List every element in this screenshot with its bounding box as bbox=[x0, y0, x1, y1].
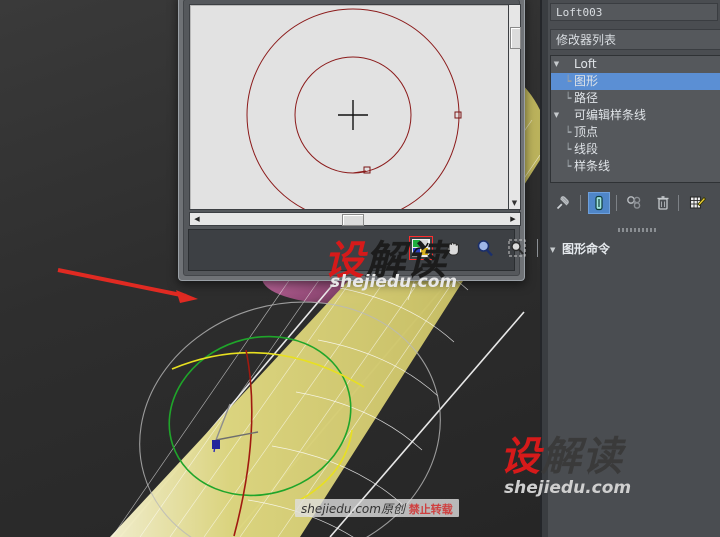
stack-branch-icon: ┕ bbox=[564, 75, 572, 88]
pick-shape-icon[interactable] bbox=[409, 236, 433, 260]
pin-stack-icon[interactable] bbox=[552, 192, 574, 214]
hscrollbar-thumb[interactable] bbox=[342, 214, 364, 226]
stack-item-label: 顶点 bbox=[574, 125, 599, 139]
chevron-down-icon[interactable]: ▼ bbox=[551, 107, 562, 124]
vscrollbar-down-arrow[interactable]: ▼ bbox=[510, 199, 519, 208]
modifier-stack[interactable]: ▼ Loft ┕ 图形 ┕ 路径 ▼ 可编辑样条线 ┕ 顶点 ┕ 线段 ┕ 样条线 bbox=[550, 55, 720, 183]
hscrollbar-left-arrow[interactable]: ◀ bbox=[192, 214, 202, 224]
command-panel: Loft003 修改器列表 ▼ Loft ┕ 图形 ┕ 路径 ▼ 可编辑样条线 ┕ 顶点 … bbox=[540, 0, 720, 537]
stack-item-label: 路径 bbox=[574, 91, 599, 105]
outer-first-vertex-marker bbox=[454, 111, 462, 119]
compare-canvas-area[interactable] bbox=[189, 4, 509, 210]
footer-notice: 禁止转载 bbox=[408, 503, 453, 516]
stack-item-label: Loft bbox=[574, 57, 597, 71]
stack-item-vertex[interactable]: ┕ 顶点 bbox=[551, 124, 720, 141]
remove-modifier-icon[interactable] bbox=[652, 192, 674, 214]
chevron-down-icon[interactable]: ▼ bbox=[550, 246, 562, 254]
annotation-arrow-red bbox=[57, 268, 198, 303]
footer-domain: shejiedu.com原创 bbox=[301, 502, 405, 516]
hscrollbar-right-arrow[interactable]: ▶ bbox=[508, 214, 518, 224]
stack-item-shape[interactable]: ┕ 图形 bbox=[551, 73, 720, 90]
stack-item-segment[interactable]: ┕ 线段 bbox=[551, 141, 720, 158]
chevron-down-icon[interactable]: ▼ bbox=[551, 56, 562, 73]
compare-dialog-toolbar bbox=[188, 229, 538, 271]
rollout-grip[interactable] bbox=[618, 228, 658, 232]
icon-separator bbox=[678, 195, 679, 211]
stack-item-spline[interactable]: ┕ 样条线 bbox=[551, 158, 720, 175]
shape-commands-rollout-header[interactable]: ▼ 图形命令 bbox=[550, 240, 720, 256]
rollout-title: 图形命令 bbox=[562, 242, 611, 256]
stack-branch-icon: ┕ bbox=[564, 126, 572, 139]
toolbar-separator bbox=[537, 239, 538, 257]
zoom-extents-icon[interactable] bbox=[505, 236, 529, 260]
icon-separator bbox=[580, 195, 581, 211]
modifier-list-dropdown[interactable]: 修改器列表 bbox=[550, 29, 720, 50]
origin-crosshair bbox=[338, 100, 368, 130]
stack-item-path[interactable]: ┕ 路径 bbox=[551, 90, 720, 107]
compare-vertical-scrollbar[interactable]: ▼ bbox=[508, 4, 521, 210]
stack-item-label: 线段 bbox=[574, 142, 599, 156]
compare-dialog[interactable]: ▼ ◀ ▶ bbox=[178, 0, 538, 281]
make-unique-icon[interactable] bbox=[624, 192, 646, 214]
footer-watermark: shejiedu.com原创 禁止转载 bbox=[295, 499, 459, 517]
icon-separator bbox=[616, 195, 617, 211]
command-panel-strip bbox=[542, 0, 548, 537]
stack-item-label: 图形 bbox=[574, 74, 599, 88]
stack-branch-icon: ┕ bbox=[564, 160, 572, 173]
show-end-result-icon[interactable] bbox=[588, 192, 610, 214]
modifier-stack-toolbar bbox=[550, 190, 720, 216]
vscrollbar-thumb[interactable] bbox=[510, 27, 521, 49]
compare-horizontal-scrollbar[interactable]: ◀ ▶ bbox=[189, 212, 521, 226]
stack-item-label: 样条线 bbox=[574, 159, 611, 173]
stack-item-editable-spline[interactable]: ▼ 可编辑样条线 bbox=[551, 107, 720, 124]
stack-branch-icon: ┕ bbox=[564, 143, 572, 156]
configure-modifier-sets-icon[interactable] bbox=[686, 192, 708, 214]
stack-branch-icon: ┕ bbox=[564, 92, 572, 105]
object-name-field[interactable]: Loft003 bbox=[550, 3, 718, 21]
stack-item-label: 可编辑样条线 bbox=[574, 108, 647, 122]
compare-dialog-inner: ▼ ◀ ▶ bbox=[183, 0, 538, 276]
compare-canvas[interactable] bbox=[190, 5, 508, 209]
pan-icon[interactable] bbox=[441, 236, 465, 260]
stack-item-loft[interactable]: ▼ Loft bbox=[551, 56, 720, 73]
zoom-icon[interactable] bbox=[473, 236, 497, 260]
